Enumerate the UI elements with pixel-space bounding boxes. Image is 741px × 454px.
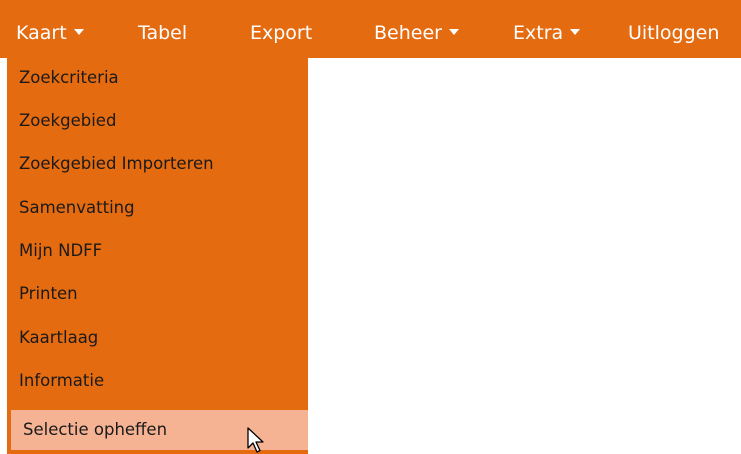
menu-item-mijn-ndff[interactable]: Mijn NDFF <box>7 231 304 271</box>
menu-extra-label: Extra <box>513 22 564 44</box>
chevron-down-icon <box>448 28 459 35</box>
menu-kaart[interactable]: Kaart <box>16 0 84 58</box>
menu-extra[interactable]: Extra <box>513 0 581 58</box>
menu-uitloggen-label: Uitloggen <box>628 22 720 44</box>
menu-export-label: Export <box>250 22 313 44</box>
arrow-pointer-icon <box>247 427 264 453</box>
menu-export[interactable]: Export <box>250 0 312 58</box>
menu-item-zoekcriteria[interactable]: Zoekcriteria <box>7 58 304 98</box>
top-menubar: Kaart Tabel Export Beheer Extra Uitlogge… <box>0 0 741 58</box>
menu-tabel[interactable]: Tabel <box>138 0 187 58</box>
kaart-dropdown-menu: Zoekcriteria Zoekgebied Zoekgebied Impor… <box>7 58 308 454</box>
menu-item-printen[interactable]: Printen <box>7 274 304 314</box>
menu-item-kaartlaag[interactable]: Kaartlaag <box>7 318 304 358</box>
menu-item-zoekgebied[interactable]: Zoekgebied <box>7 101 304 141</box>
chevron-down-icon <box>570 28 581 35</box>
menu-item-samenvatting[interactable]: Samenvatting <box>7 188 304 228</box>
menu-tabel-label: Tabel <box>138 22 188 44</box>
chevron-down-icon <box>73 28 84 35</box>
menu-beheer[interactable]: Beheer <box>374 0 459 58</box>
menu-uitloggen[interactable]: Uitloggen <box>628 0 719 58</box>
menu-item-zoekgebied-importeren[interactable]: Zoekgebied Importeren <box>7 144 304 184</box>
menu-item-informatie[interactable]: Informatie <box>7 361 304 401</box>
menu-beheer-label: Beheer <box>374 22 442 44</box>
menu-kaart-label: Kaart <box>16 22 67 44</box>
